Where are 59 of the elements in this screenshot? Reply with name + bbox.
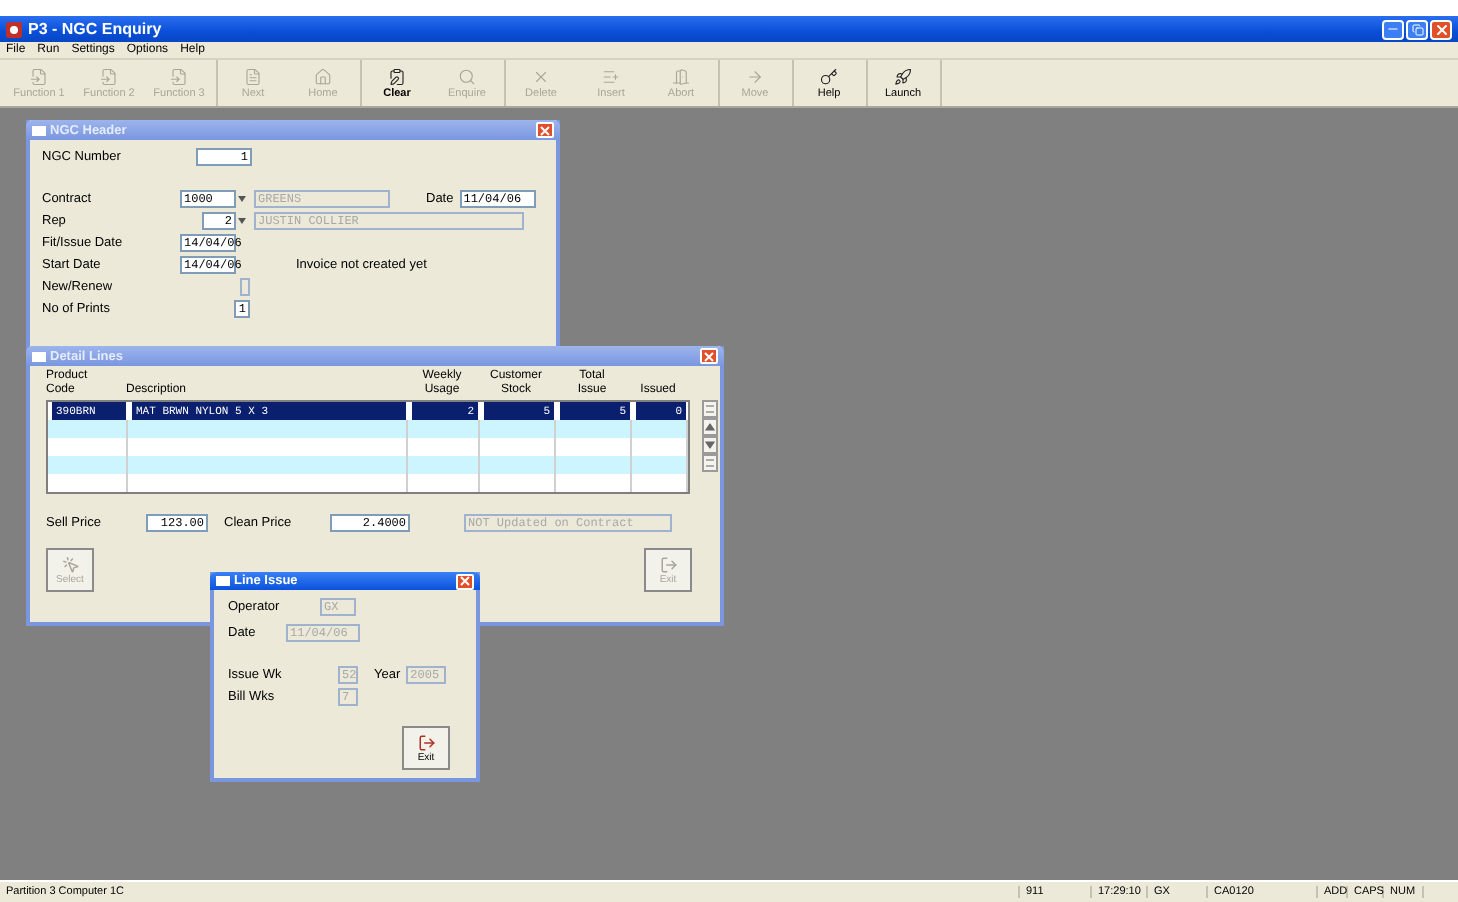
close-button[interactable] — [536, 122, 554, 138]
caret-icon — [238, 196, 246, 202]
table-cell — [632, 474, 688, 492]
close-icon — [1433, 21, 1449, 37]
key-icon — [820, 67, 838, 85]
arrow-icon — [704, 458, 716, 468]
window-icon — [32, 125, 46, 135]
table-cell — [48, 420, 128, 438]
close-icon — [460, 576, 470, 586]
table-cell — [556, 438, 632, 456]
table-cell — [48, 438, 128, 456]
table-cell — [408, 456, 480, 474]
table-cell — [556, 420, 632, 438]
table-cell — [408, 438, 480, 456]
table-cell — [632, 438, 688, 456]
rocket-icon — [894, 67, 912, 85]
table-cell — [48, 474, 128, 492]
arrow-icon — [704, 404, 716, 414]
close-button[interactable] — [700, 348, 718, 364]
table-cell — [632, 456, 688, 474]
list-icon — [602, 67, 620, 85]
table-cell — [480, 438, 556, 456]
table-cell — [408, 474, 480, 492]
scroll-button[interactable] — [702, 436, 718, 454]
scroll-button[interactable] — [702, 418, 718, 436]
caret-icon — [238, 218, 246, 224]
table-cell — [480, 420, 556, 438]
table-cell — [632, 420, 688, 438]
table-cell — [48, 456, 128, 474]
window-title: P3 - NGC Enquiry — [28, 20, 164, 38]
home-icon — [314, 67, 332, 85]
table-cell — [408, 420, 480, 438]
close-icon — [540, 125, 550, 135]
close-icon — [704, 351, 714, 361]
table-cell — [480, 456, 556, 474]
window-icon — [32, 351, 46, 361]
clipboard-icon — [388, 67, 406, 85]
table-cell — [556, 456, 632, 474]
window-icon — [216, 576, 230, 586]
minimize-button[interactable] — [1382, 19, 1404, 39]
search-icon — [458, 67, 476, 85]
pointer-icon — [61, 555, 79, 573]
cross-icon — [532, 67, 550, 85]
page-icon — [244, 67, 262, 85]
document-icon — [100, 67, 118, 85]
arrow-icon — [746, 67, 764, 85]
restore-icon — [1411, 23, 1423, 35]
exit-icon — [659, 555, 677, 573]
close-button[interactable] — [456, 573, 474, 589]
restore-button[interactable] — [1406, 19, 1428, 39]
door-icon — [672, 67, 690, 85]
table-cell — [556, 474, 632, 492]
document-icon — [170, 67, 188, 85]
close-button[interactable] — [1430, 19, 1452, 39]
exit-icon — [417, 733, 435, 751]
app-icon — [6, 21, 22, 37]
minimize-icon — [1386, 22, 1400, 36]
table-cell — [480, 474, 556, 492]
document-icon — [30, 67, 48, 85]
